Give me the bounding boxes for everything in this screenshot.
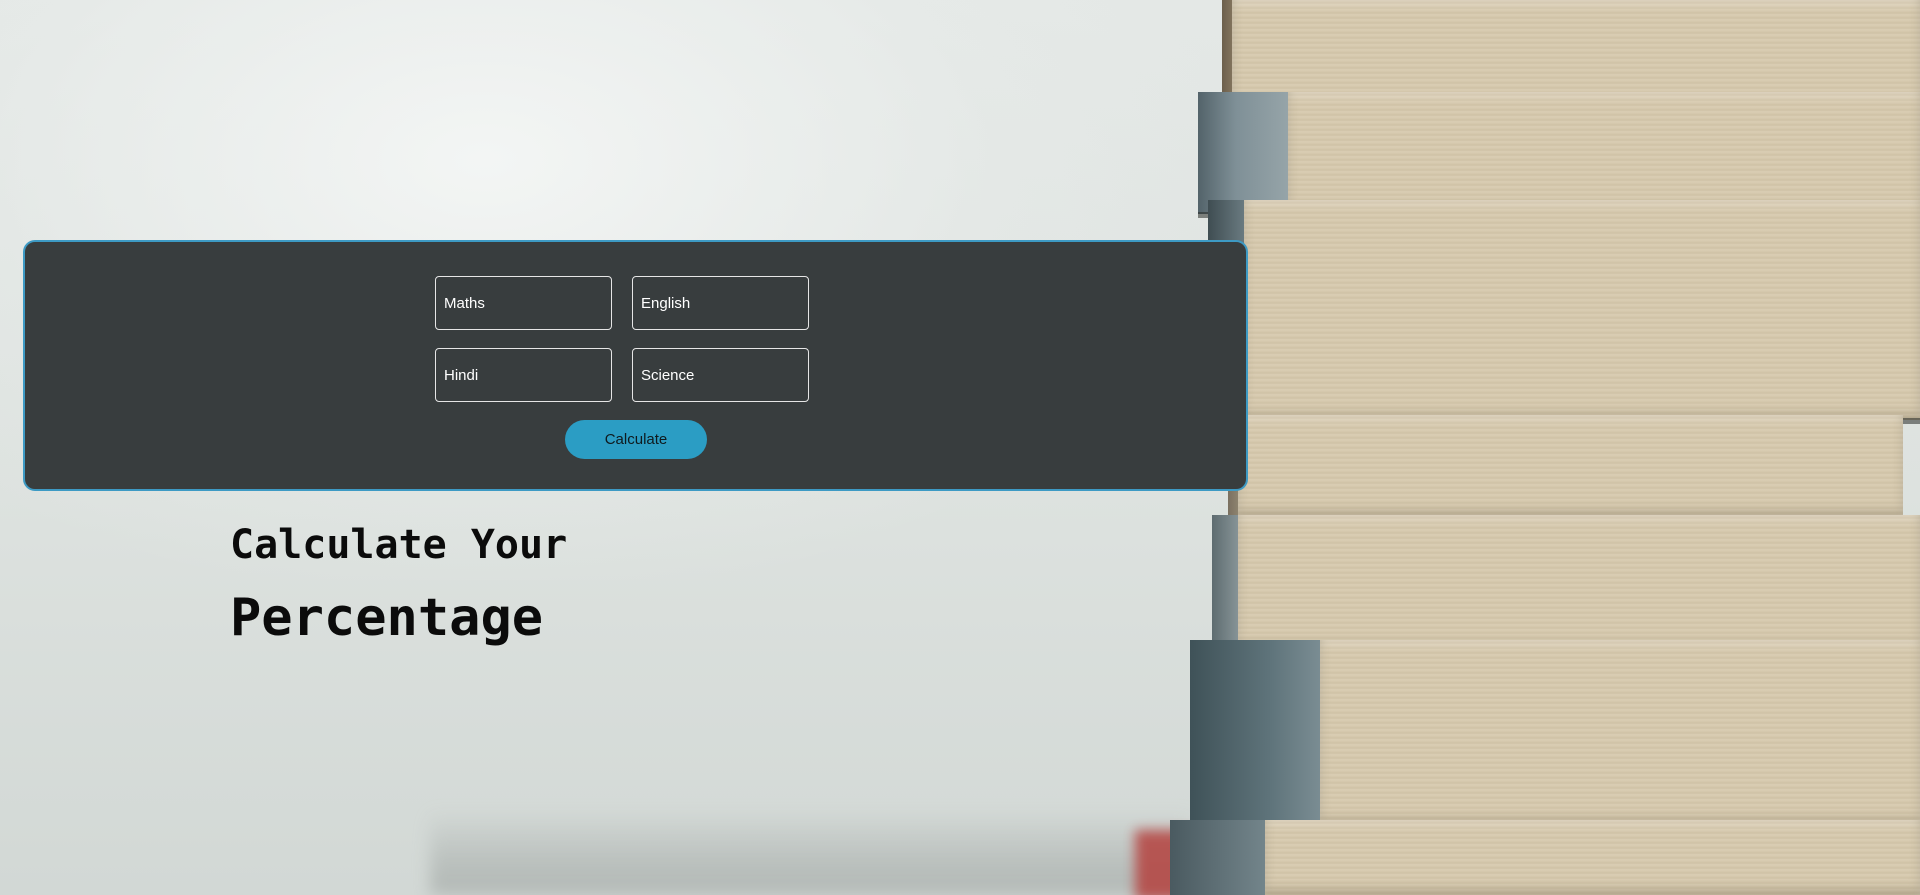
book [1212, 515, 1920, 654]
book [1208, 200, 1920, 424]
background-blur [430, 810, 1190, 895]
page-title-line-1: Calculate Your [230, 522, 568, 568]
science-input[interactable] [632, 348, 809, 402]
page: Calculate Calculate Your Percentage [0, 0, 1920, 895]
book [1198, 92, 1920, 218]
hindi-input[interactable] [435, 348, 612, 402]
book [1228, 415, 1903, 521]
calculate-button[interactable]: Calculate [565, 420, 707, 459]
book-stack-image [1150, 0, 1920, 895]
maths-input[interactable] [435, 276, 612, 330]
book [1190, 640, 1920, 829]
page-title-line-2: Percentage [230, 588, 544, 648]
english-input[interactable] [632, 276, 809, 330]
calculator-card: Calculate [23, 240, 1248, 491]
book [1170, 820, 1920, 895]
